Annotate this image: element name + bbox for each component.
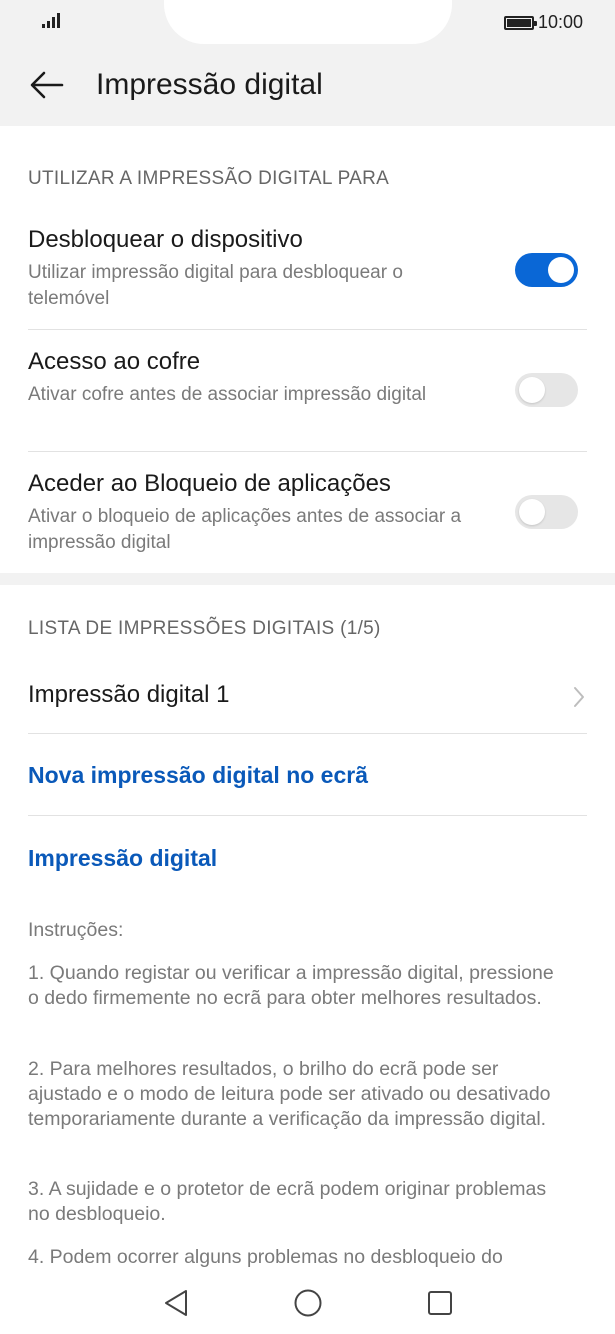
setting-vault-access[interactable]: Acesso ao cofre Ativar cofre antes de as…	[28, 348, 587, 408]
back-button[interactable]	[0, 44, 96, 126]
section-heading-fingerprint-list: LISTA DE IMPRESSÕES DIGITAIS (1/5)	[28, 618, 381, 639]
fingerprint-link[interactable]: Impressão digital	[28, 845, 217, 872]
setting-title: Acesso ao cofre	[28, 348, 201, 375]
app-bar: Impressão digital	[0, 44, 615, 126]
divider	[28, 815, 587, 816]
instructions-label: Instruções:	[28, 919, 124, 941]
setting-app-lock[interactable]: Aceder ao Bloqueio de aplicações Ativar …	[28, 470, 587, 556]
chevron-right-icon	[574, 687, 584, 707]
page-title: Impressão digital	[96, 68, 323, 101]
circle-home-icon	[294, 1289, 321, 1317]
setting-subtitle: Ativar cofre antes de associar impressão…	[28, 384, 427, 405]
setting-title: Desbloquear o dispositivo	[28, 226, 303, 253]
setting-unlock-device[interactable]: Desbloquear o dispositivo Utilizar impre…	[28, 226, 587, 312]
vault-access-toggle[interactable]	[515, 373, 578, 407]
unlock-device-toggle[interactable]	[515, 253, 578, 287]
app-lock-toggle[interactable]	[515, 495, 578, 529]
divider	[28, 451, 587, 452]
instruction-step-2: 2. Para melhores resultados, o brilho do…	[28, 1058, 551, 1130]
divider	[28, 733, 587, 734]
battery-icon	[503, 15, 537, 30]
nav-home-button[interactable]	[287, 1282, 329, 1324]
setting-subtitle: Utilizar impressão digital para desbloqu…	[28, 262, 403, 309]
nav-back-button[interactable]	[155, 1282, 197, 1324]
system-nav-bar	[0, 1272, 615, 1334]
setting-title: Aceder ao Bloqueio de aplicações	[28, 470, 391, 497]
section-heading-use-for: UTILIZAR A IMPRESSÃO DIGITAL PARA	[28, 168, 390, 189]
arrow-left-icon	[30, 71, 64, 99]
setting-subtitle: Ativar o bloqueio de aplicações antes de…	[28, 506, 462, 553]
section-separator	[0, 573, 615, 585]
battery-status: 10:00	[503, 12, 583, 33]
instruction-step-4: 4. Podem ocorrer alguns problemas no des…	[28, 1246, 503, 1268]
triangle-back-icon	[164, 1290, 187, 1316]
signal-icon	[42, 12, 60, 28]
instruction-step-3: 3. A sujidade e o protetor de ecrã podem…	[28, 1178, 547, 1225]
status-time: 10:00	[537, 12, 583, 32]
fingerprint-item-label: Impressão digital 1	[28, 681, 230, 708]
nav-recent-button[interactable]	[419, 1282, 461, 1324]
fingerprint-item[interactable]: Impressão digital 1	[28, 681, 587, 711]
divider	[28, 329, 587, 330]
status-bar: 10:00	[0, 0, 615, 44]
new-fingerprint-button[interactable]: Nova impressão digital no ecrã	[28, 762, 368, 789]
camera-notch	[164, 0, 452, 44]
instruction-step-1: 1. Quando registar ou verificar a impres…	[28, 962, 554, 1009]
square-recent-icon	[427, 1291, 452, 1315]
